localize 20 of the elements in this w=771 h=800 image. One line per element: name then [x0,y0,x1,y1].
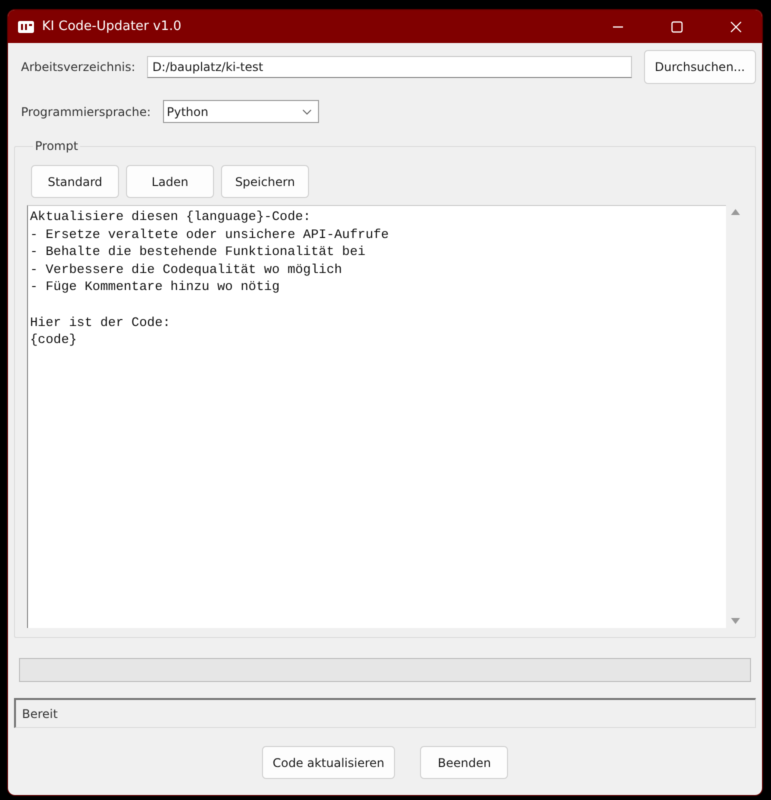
scroll-up-icon[interactable] [730,209,740,215]
maximize-icon [671,20,683,32]
prompt-editor[interactable]: Aktualisiere diesen {language}-Code: - Ersetze veraltete oder unsichere API-Aufrufe - Behalte die bestehende Funktionalität bei - Verbessere die Codequalität wo möglich - Füge Kommentare hinzu wo nötig Hier ist der Code: {code} [27,205,726,628]
prompt-button[interactable]: Standard [31,165,119,198]
directory-label: Arbeitsverzeichnis: [21,60,136,74]
close-icon [730,20,742,32]
prompt-button[interactable]: Speichern [221,165,309,198]
directory-field[interactable]: D:/bauplatz/ki-test [147,56,632,78]
chevron-down-icon [302,108,312,114]
group-title: Prompt [34,139,80,153]
action-button[interactable]: Code aktualisieren [262,746,396,779]
status-text: Bereit [22,706,58,720]
language-dropdown[interactable]: Python [162,100,319,123]
action-button[interactable]: Beenden [420,746,508,779]
language-label: Programmiersprache: [21,104,151,118]
scroll-down-icon[interactable] [730,618,740,624]
browse-button[interactable]: Durchsuchen... [644,50,756,84]
app-icon [18,20,34,32]
prompt-button[interactable]: Laden [126,165,214,198]
window-title: KI Code-Updater v1.0 [42,19,182,34]
